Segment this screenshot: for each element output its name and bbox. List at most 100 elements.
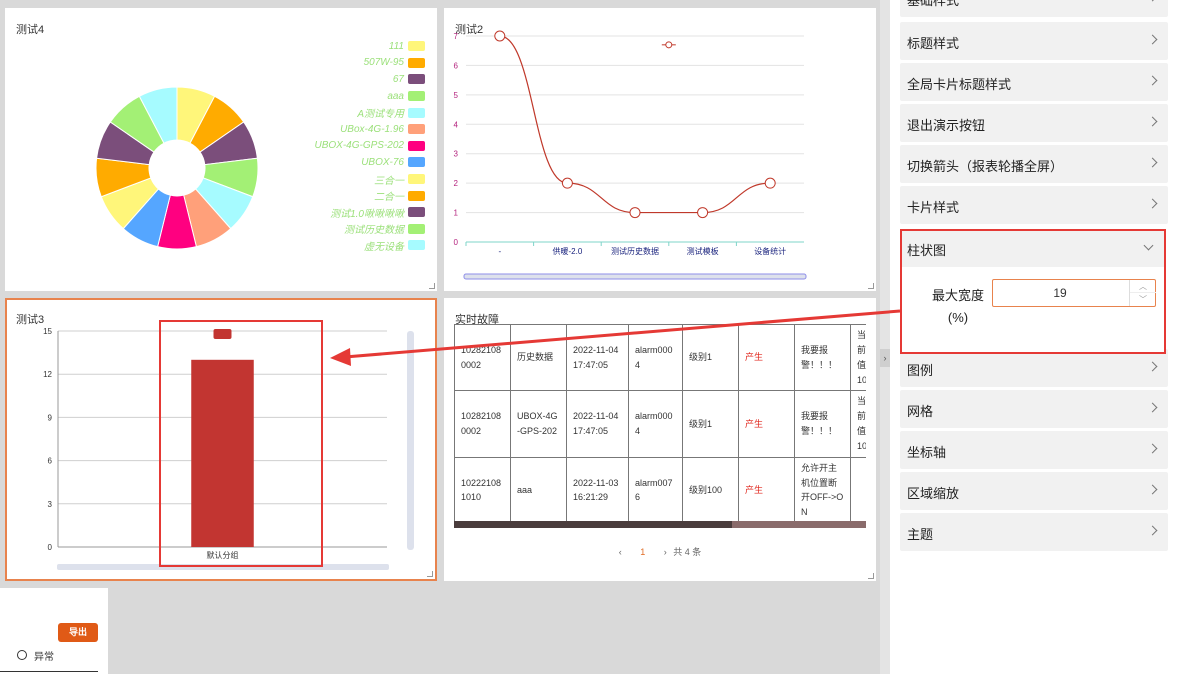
fault-table-card: 实时故障 10282108 0002 历史数据 2022-11-04 17:47:0…: [444, 298, 876, 581]
legend-item[interactable]: 测试1.0啾啾啾啾: [255, 204, 425, 221]
y-tick-label: 3: [454, 150, 459, 159]
legend-item[interactable]: UBOX-4G-GPS-202: [255, 138, 425, 155]
section-card-style[interactable]: 卡片样式: [900, 186, 1168, 224]
legend-swatch: [408, 157, 425, 168]
resize-handle[interactable]: [868, 573, 874, 579]
resize-handle[interactable]: [427, 571, 433, 577]
chevron-right-icon: [1147, 443, 1158, 454]
pie-legend: 111 507W-95 67 aaa A测试专用 UBox-4G-1.96 UBOX-4G-…: [255, 38, 425, 254]
y-tick-label: 0: [454, 238, 459, 247]
x-tick-label: 测试历史数据: [611, 246, 659, 256]
data-point: [494, 30, 506, 42]
radio-button[interactable]: [17, 650, 27, 660]
legend-item[interactable]: UBOX-76: [255, 154, 425, 171]
x-tick-label: 设备统计: [754, 246, 786, 256]
table-scrollbar[interactable]: [454, 521, 866, 528]
section-title-style[interactable]: 标题样式: [900, 22, 1168, 60]
table-cell: 2022-11-04 17:47:05: [566, 390, 629, 458]
scrollbar-thumb[interactable]: [454, 521, 732, 528]
y-tick-label: 6: [454, 61, 459, 70]
legend-item[interactable]: UBox-4G-1.96: [255, 121, 425, 138]
legend-label: 测试历史数据: [344, 225, 404, 237]
section-exit-demo-button[interactable]: 退出演示按钮: [900, 104, 1168, 142]
bottom-card: 导出 异常: [0, 588, 108, 674]
y-tick-label: 3: [48, 500, 53, 509]
collapse-panel-arrow-icon[interactable]: ›: [880, 349, 890, 367]
legend-item[interactable]: 虚无设备: [255, 237, 425, 254]
divider: [0, 671, 98, 672]
y-tick-label: 7: [454, 32, 459, 41]
marker-point: [665, 41, 673, 49]
section-axis[interactable]: 坐标轴: [900, 431, 1168, 469]
section-label: 标题样式: [907, 36, 960, 51]
legend-swatch: [408, 240, 425, 251]
pagination: ‹ 1 › 共 4 条: [444, 545, 876, 558]
increment-icon[interactable]: ︿: [1130, 280, 1156, 293]
legend-swatch: [408, 91, 425, 102]
legend-item[interactable]: 三合一: [255, 171, 425, 188]
table-row[interactable]: 10282108 0002 UBOX-4G-GPS-202 2022-11-04 1…: [454, 390, 866, 458]
legend-item[interactable]: 测试历史数据: [255, 221, 425, 238]
next-page-button[interactable]: ›: [664, 547, 667, 557]
legend-swatch: [408, 190, 425, 201]
data-point: [561, 177, 573, 189]
bar-section-header[interactable]: 柱状图: [902, 231, 1164, 267]
chevron-right-icon: [1147, 525, 1158, 536]
x-tick-label: -: [498, 247, 501, 256]
prev-page-button[interactable]: ‹: [619, 547, 622, 557]
section-bar-chart: 柱状图 最大宽度(%) 19 ︿ ﹀: [900, 229, 1166, 354]
table-row[interactable]: 10282108 0002 历史数据 2022-11-04 17:47:05 alar…: [454, 323, 866, 392]
y-tick-label: 0: [48, 543, 53, 552]
table-cell: UBOX-4G-GPS-202: [510, 390, 567, 458]
resize-handle[interactable]: [868, 283, 874, 289]
table-row[interactable]: 10222108 1010 aaa 2022-11-03 16:21:29 alarm…: [454, 456, 866, 525]
table-cell: 产生: [738, 456, 795, 525]
section-legend[interactable]: 图例: [900, 349, 1168, 387]
table-cell: 级别1: [682, 390, 739, 458]
section-data-zoom[interactable]: 区域缩放: [900, 472, 1168, 510]
section-theme[interactable]: 主题: [900, 513, 1168, 551]
legend-item[interactable]: 二合一: [255, 187, 425, 204]
legend-label: 测试1.0啾啾啾啾: [330, 208, 404, 220]
y-tick-label: 15: [43, 327, 52, 336]
table-cell: 级别100: [682, 456, 739, 525]
table-cell: 10282108 0002: [454, 323, 511, 392]
table-cell: 我要报警！！！: [794, 390, 851, 458]
legend-item[interactable]: 67: [255, 71, 425, 88]
table-cell: aaa: [510, 456, 567, 525]
section-label: 坐标轴: [907, 445, 947, 460]
section-label: 主题: [907, 527, 934, 542]
x-tick-label: 供暖-2.0: [553, 246, 583, 256]
table-cell: [850, 456, 866, 525]
legend-item[interactable]: A测试专用: [255, 104, 425, 121]
legend-swatch: [408, 41, 425, 52]
zoom-slider: [463, 273, 807, 280]
legend-swatch: [408, 223, 425, 234]
table-cell: 当前值 < 10.: [850, 390, 866, 458]
legend-item[interactable]: aaa: [255, 88, 425, 105]
table-cell: 历史数据: [510, 323, 567, 392]
resize-handle[interactable]: [429, 283, 435, 289]
section-label: 网格: [907, 404, 934, 419]
decrement-icon[interactable]: ﹀: [1130, 293, 1156, 306]
export-button[interactable]: 导出: [58, 623, 98, 642]
table-cell: 2022-11-03 16:21:29: [566, 456, 629, 525]
data-point: [764, 177, 776, 189]
pie-chart-card: 测试4 111 507W-95 67 aaa A测试专用 UBox-4G-1.96 UBOX…: [5, 8, 437, 291]
table-cell: 我要报警！！！: [794, 323, 851, 392]
section-global-card-title-style[interactable]: 全局卡片标题样式: [900, 63, 1168, 101]
total-count: 共 4 条: [673, 547, 702, 557]
legend-swatch: [408, 57, 425, 68]
legend-item[interactable]: 507W-95: [255, 55, 425, 72]
section-label: 区域缩放: [907, 486, 960, 501]
panel-gutter: [880, 0, 890, 674]
chevron-right-icon: [1147, 34, 1158, 45]
page-number[interactable]: 1: [640, 547, 645, 557]
max-width-stepper: ︿ ﹀: [1129, 280, 1156, 306]
highlight-box: [159, 320, 323, 567]
section-basic-style[interactable]: 基础样式: [900, 0, 1168, 17]
legend-item[interactable]: 111: [255, 38, 425, 55]
section-switch-arrow[interactable]: 切换箭头（报表轮播全屏）: [900, 145, 1168, 183]
chevron-down-icon: [1143, 240, 1154, 251]
section-grid[interactable]: 网格: [900, 390, 1168, 428]
